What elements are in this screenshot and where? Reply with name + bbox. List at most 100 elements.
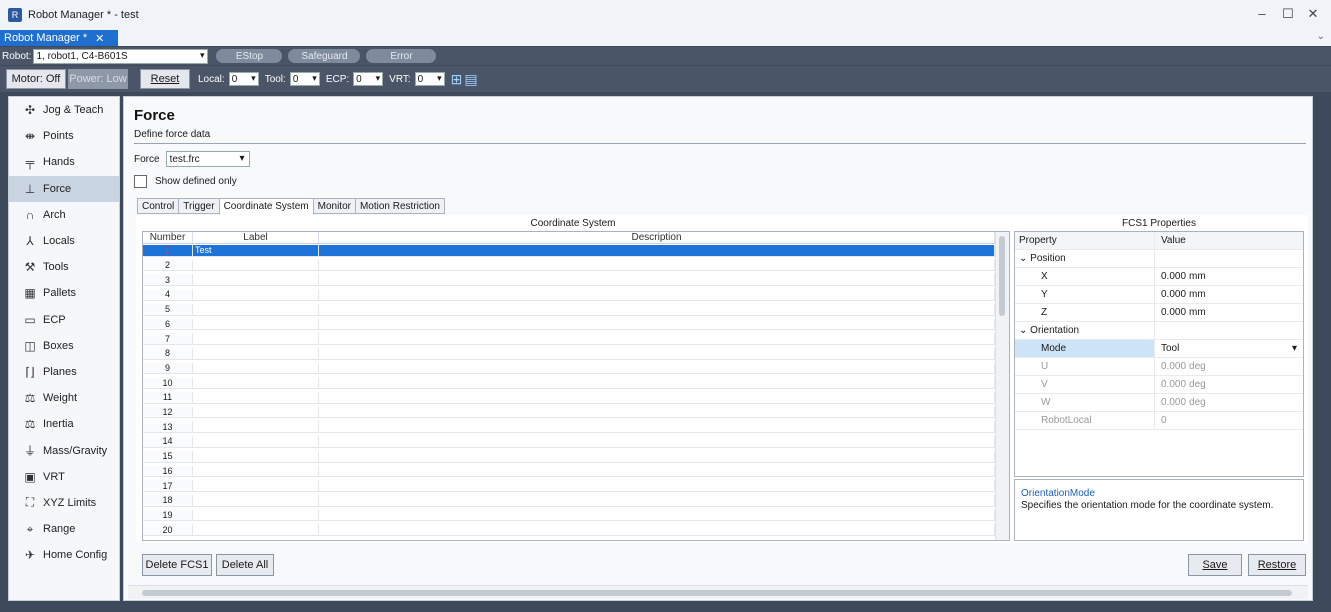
table-row[interactable]: 17: [143, 480, 995, 492]
dropdown-arrow-icon[interactable]: ▾: [1292, 343, 1297, 354]
local-select[interactable]: 0 ▾: [228, 72, 259, 86]
local-label: Local:: [198, 73, 225, 85]
delete-fcs1-button[interactable]: Delete FCS1: [142, 554, 212, 576]
table-row[interactable]: 8: [143, 347, 995, 360]
table-row[interactable]: 3: [143, 274, 995, 287]
table-row[interactable]: 2: [143, 259, 995, 272]
sidebar-item-ecp[interactable]: ▭ ECP: [9, 307, 119, 333]
tab-close-icon[interactable]: ✕: [95, 32, 104, 45]
prop-z[interactable]: Z 0.000 mm: [1015, 304, 1303, 322]
z-label: Z: [1015, 304, 1155, 321]
sidebar-item-label: Points: [43, 130, 74, 143]
scroll-thumb[interactable]: [142, 590, 1292, 596]
chevron-down-icon: ▾: [199, 49, 205, 60]
table-row[interactable]: 15: [143, 450, 995, 463]
table-row[interactable]: 6: [143, 318, 995, 331]
table-row[interactable]: 13: [143, 421, 995, 434]
sidebar-item-locals[interactable]: ⅄ Locals: [9, 228, 119, 254]
points-icon: ⇼: [24, 129, 36, 144]
table-row[interactable]: 12: [143, 406, 995, 419]
sidebar-item-boxes[interactable]: ◫ Boxes: [9, 333, 119, 359]
robotlocal-value: 0: [1161, 415, 1167, 426]
prop-v: V 0.000 deg: [1015, 376, 1303, 394]
sidebar-item-inertia[interactable]: ⚖ Inertia: [9, 411, 119, 437]
sidebar-item-weight[interactable]: ⚖ Weight: [9, 385, 119, 411]
position-group[interactable]: ⌄ Position: [1015, 250, 1303, 268]
row-description: [319, 347, 995, 359]
sidebar-item-hands[interactable]: ╤ Hands: [9, 149, 119, 175]
table-row[interactable]: 1 Test: [143, 245, 995, 257]
save-button[interactable]: Save: [1188, 554, 1242, 576]
tab-coordinate-system[interactable]: Coordinate System: [218, 198, 314, 215]
table-row[interactable]: 7: [143, 333, 995, 345]
row-label: [193, 303, 319, 315]
table-row[interactable]: 18: [143, 494, 995, 507]
grid-scrollbar[interactable]: [995, 232, 1009, 540]
sidebar-item-arch[interactable]: ∩ Arch: [9, 202, 119, 228]
row-label: [193, 494, 319, 506]
sidebar-item-xyz-limits[interactable]: ⛶ XYZ Limits: [9, 490, 119, 516]
mode-label: Mode: [1015, 340, 1155, 357]
table-row[interactable]: 9: [143, 362, 995, 375]
row-description: [319, 465, 995, 477]
table-row[interactable]: 16: [143, 465, 995, 478]
prop-mode[interactable]: Mode Tool ▾: [1015, 340, 1303, 358]
page-subtitle: Define force data: [134, 129, 211, 140]
sidebar-item-force[interactable]: ⊥ Force: [9, 175, 119, 202]
orientation-group[interactable]: ⌄ Orientation: [1015, 322, 1303, 340]
tool-select[interactable]: 0 ▾: [289, 72, 320, 86]
tab-monitor[interactable]: Monitor: [312, 198, 356, 214]
sidebar-item-points[interactable]: ⇼ Points: [9, 123, 119, 149]
sidebar-item-mass-gravity[interactable]: ⏚ Mass/Gravity: [9, 437, 119, 463]
robot-select[interactable]: 1, robot1, C4-B601S ▾: [33, 48, 209, 64]
console-icon[interactable]: ▤: [464, 71, 477, 88]
motor-button[interactable]: Motor: Off: [6, 69, 66, 89]
prop-y[interactable]: Y 0.000 mm: [1015, 286, 1303, 304]
delete-all-button[interactable]: Delete All: [216, 554, 274, 576]
window-title: Robot Manager * - test: [28, 9, 139, 21]
sidebar-item-home-config[interactable]: ✈ Home Config: [9, 542, 119, 568]
scroll-thumb[interactable]: [999, 236, 1005, 316]
row-number: 9: [143, 362, 193, 374]
tab-trigger[interactable]: Trigger: [178, 198, 220, 214]
vrt-icon: ▣: [24, 469, 36, 484]
ecp-select[interactable]: 0 ▾: [353, 72, 384, 86]
row-label: [193, 480, 319, 491]
table-row[interactable]: 5: [143, 303, 995, 316]
table-row[interactable]: 14: [143, 436, 995, 448]
col-description[interactable]: Description: [319, 232, 995, 243]
force-file-select[interactable]: test.frc ▾: [165, 151, 250, 167]
table-row[interactable]: 11: [143, 392, 995, 404]
sidebar-item-vrt[interactable]: ▣ VRT: [9, 464, 119, 490]
show-defined-checkbox[interactable]: [134, 175, 147, 188]
vrt-select[interactable]: 0 ▾: [414, 72, 445, 86]
sidebar-item-jog-teach[interactable]: ✣ Jog & Teach: [9, 97, 119, 123]
col-number[interactable]: Number: [143, 232, 193, 243]
reset-button[interactable]: Reset: [140, 69, 190, 89]
col-label[interactable]: Label: [193, 232, 319, 243]
table-row[interactable]: 19: [143, 509, 995, 522]
chevron-down-icon[interactable]: ⌄: [1317, 31, 1325, 42]
tab-motion-restriction[interactable]: Motion Restriction: [354, 198, 445, 214]
horizontal-scrollbar[interactable]: [128, 585, 1308, 599]
sidebar-item-range[interactable]: ⌖ Range: [9, 516, 119, 542]
maximize-icon[interactable]: ☐: [1280, 6, 1296, 22]
show-defined-checkbox-row[interactable]: Show defined only: [134, 175, 237, 188]
props-title: FCS1 Properties: [1122, 218, 1196, 229]
table-row[interactable]: 20: [143, 524, 995, 537]
prop-x[interactable]: X 0.000 mm: [1015, 268, 1303, 286]
row-number: 16: [143, 465, 193, 477]
sidebar-item-pallets[interactable]: ▦ Pallets: [9, 280, 119, 306]
grid-icon[interactable]: ⊞: [451, 71, 463, 88]
mass-gravity-icon: ⏚: [23, 444, 36, 459]
restore-button[interactable]: Restore: [1248, 554, 1306, 576]
tab-control[interactable]: Control: [137, 198, 180, 214]
power-button[interactable]: Power: Low: [68, 69, 128, 89]
table-row[interactable]: 4: [143, 289, 995, 301]
sidebar-item-planes[interactable]: ⌈⌋ Planes: [9, 359, 119, 385]
table-row[interactable]: 10: [143, 377, 995, 390]
close-icon[interactable]: ✕: [1305, 6, 1321, 22]
minimize-icon[interactable]: –: [1254, 6, 1270, 21]
sidebar-item-tools[interactable]: ⚒ Tools: [9, 254, 119, 280]
tab-robot-manager[interactable]: Robot Manager * ✕: [0, 30, 118, 46]
